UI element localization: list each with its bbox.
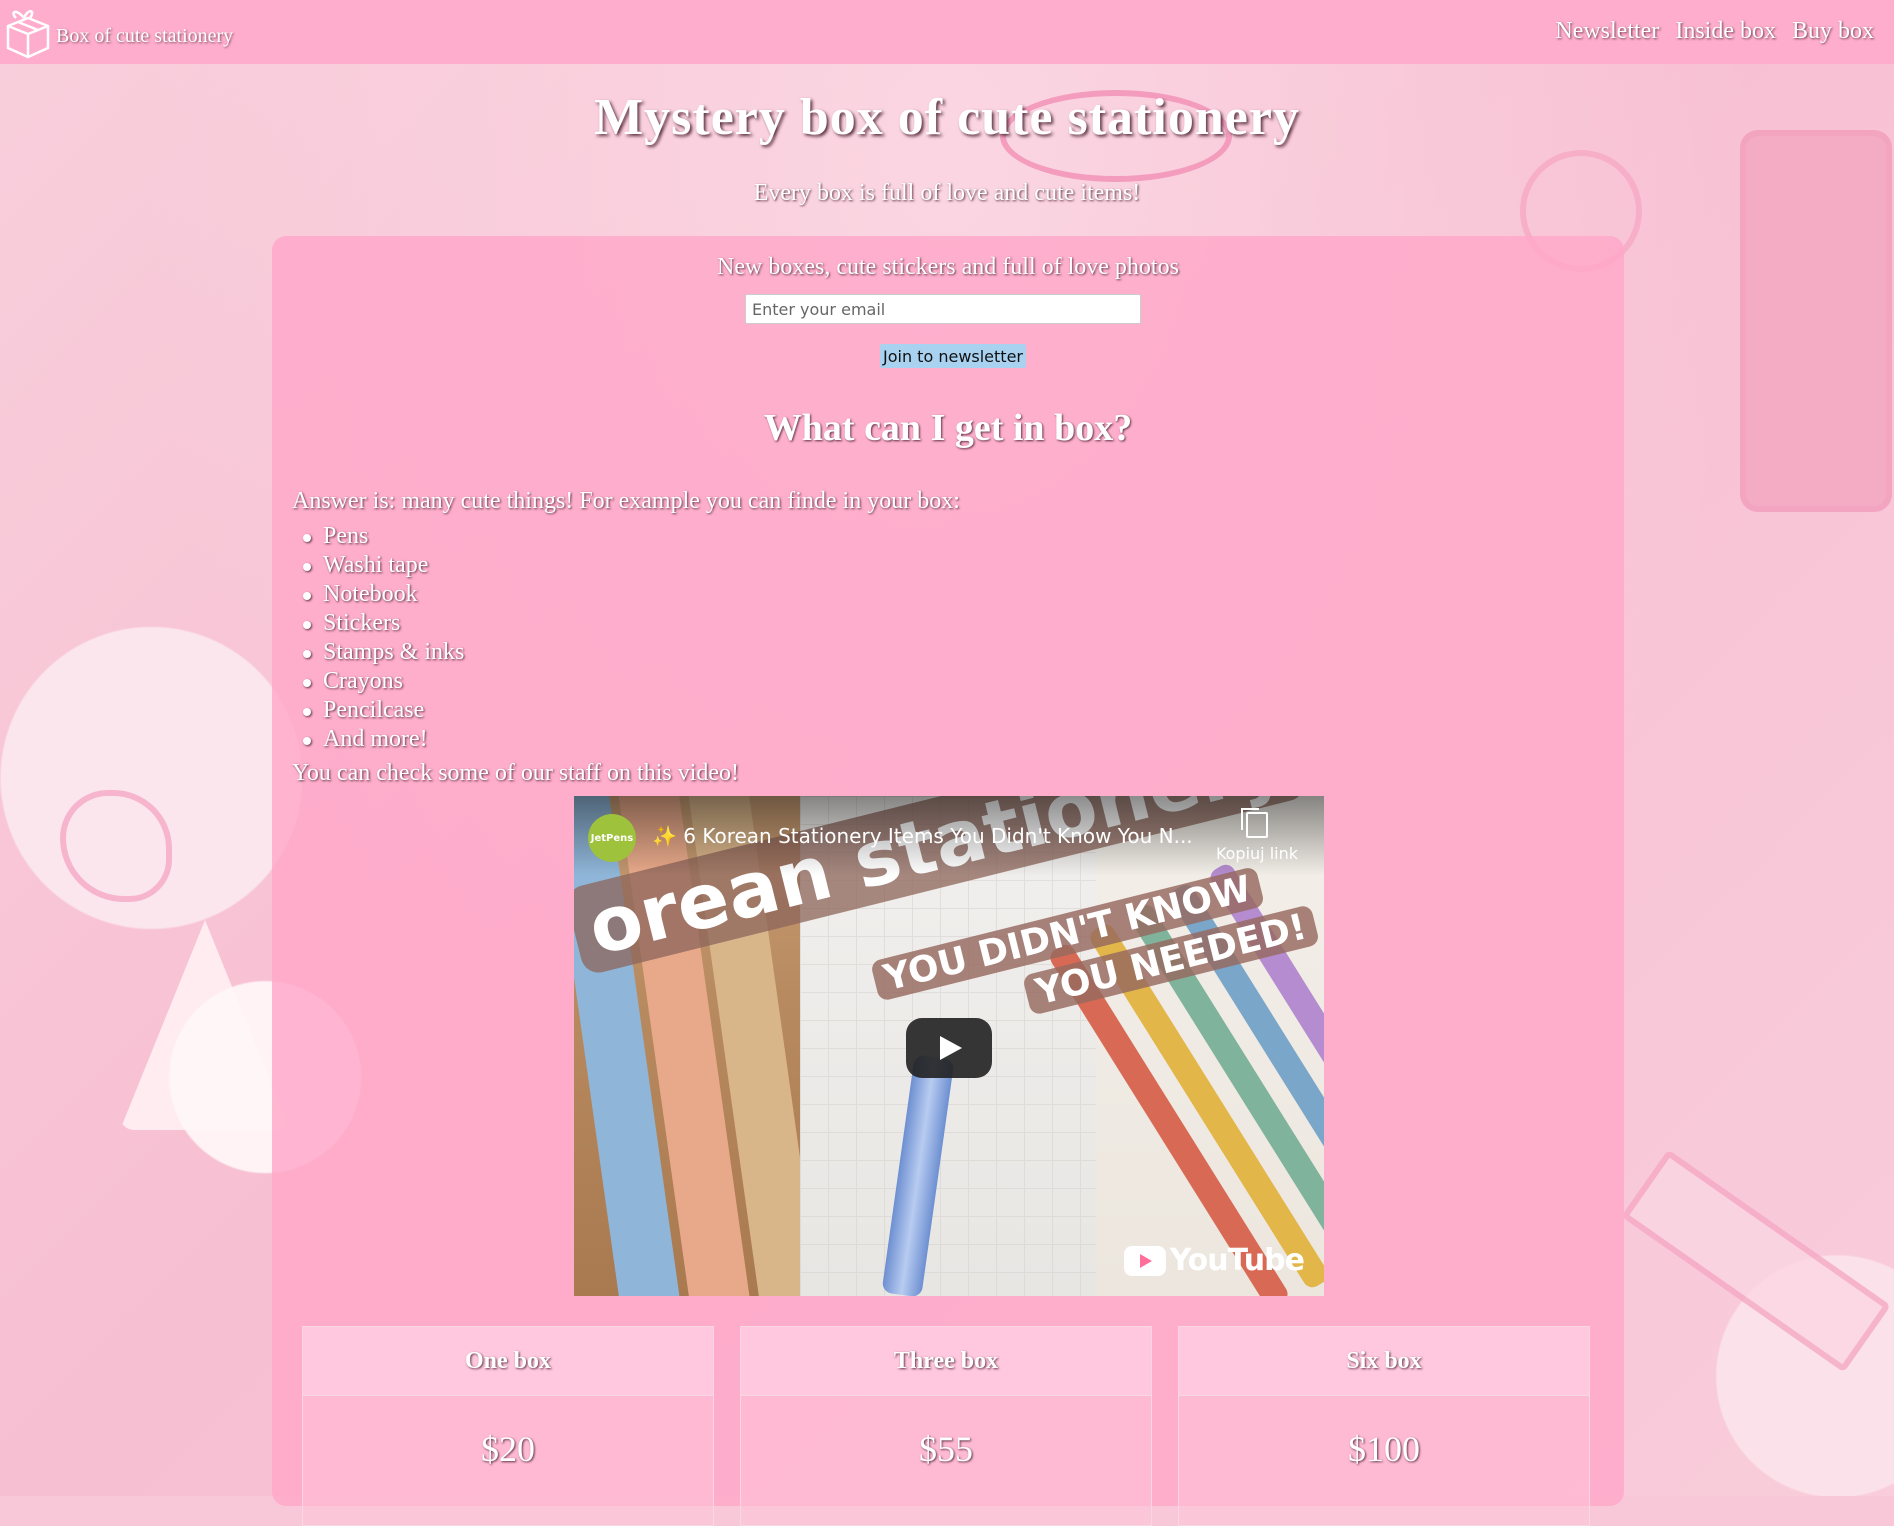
list-item: And more!: [302, 725, 464, 754]
plan-card-one-box[interactable]: One box $20: [302, 1326, 714, 1526]
plan-price: $20: [481, 1429, 535, 1469]
email-input[interactable]: [745, 294, 1141, 324]
main-nav: Newsletter Inside box Buy box: [1555, 18, 1874, 45]
plan-card-three-box[interactable]: Three box $55: [740, 1326, 1152, 1526]
youtube-wordmark: YouTube: [1169, 1243, 1305, 1278]
list-item: Washi tape: [302, 551, 464, 580]
plan-price: $55: [919, 1429, 973, 1469]
list-item: Stamps & inks: [302, 639, 465, 665]
list-item: Notebook: [302, 580, 464, 609]
list-item: Pencilcase: [302, 696, 464, 725]
channel-avatar[interactable]: JetPens: [588, 814, 636, 862]
youtube-video-embed[interactable]: orean stationery YOU DIDN'T KNOW YOU NEE…: [574, 796, 1324, 1296]
nav-inside-box-link[interactable]: Inside box: [1675, 18, 1776, 45]
video-note: You can check some of our staff on this …: [292, 760, 740, 786]
newsletter-title: New boxes, cute stickers and full of lov…: [717, 254, 1179, 280]
page-subtitle: Every box is full of love and cute items…: [753, 180, 1141, 206]
list-item: Crayons: [302, 667, 464, 696]
youtube-play-icon: [1123, 1245, 1166, 1276]
answer-text: Answer is: many cute things! For example…: [292, 488, 960, 514]
join-newsletter-button[interactable]: Join to newsletter: [880, 344, 1026, 368]
page-title: Mystery box of cute stationery: [594, 89, 1300, 146]
copy-link-label: Kopiuj link: [1215, 844, 1298, 863]
decoration-clip: [60, 790, 172, 902]
decoration-eraser: [120, 920, 290, 1130]
brand-name: Box of cute stationery: [56, 24, 234, 47]
youtube-logo[interactable]: YouTube: [1123, 1243, 1305, 1278]
copy-icon: [1240, 808, 1268, 838]
pricing-plans: One box $20 Three box $55 Six box $100: [302, 1326, 1590, 1526]
nav-newsletter-link[interactable]: Newsletter: [1555, 18, 1659, 45]
top-navbar: Box of cute stationery Newsletter Inside…: [0, 0, 1894, 64]
box-items-list: Pens Washi tape Notebook Stickers Stamps…: [292, 522, 464, 754]
main-panel: New boxes, cute stickers and full of lov…: [272, 236, 1624, 1526]
gift-box-icon: [6, 10, 50, 59]
decoration-ruler: [1621, 1149, 1891, 1373]
inside-box-heading: What can I get in box?: [763, 407, 1133, 449]
list-item: Pens: [302, 522, 464, 551]
video-title[interactable]: ✨ 6 Korean Stationery Items You Didn't K…: [652, 824, 1193, 848]
copy-link-button[interactable]: Kopiuj link: [1215, 808, 1298, 863]
play-button[interactable]: [906, 1018, 992, 1078]
plan-card-six-box[interactable]: Six box $100: [1178, 1326, 1590, 1526]
plan-name: One box: [303, 1327, 713, 1396]
list-item: Stickers: [302, 609, 464, 638]
plan-name: Three box: [741, 1327, 1151, 1396]
nav-buy-box-link[interactable]: Buy box: [1792, 18, 1874, 45]
plan-name: Six box: [1179, 1327, 1589, 1396]
plan-price: $100: [1348, 1429, 1420, 1469]
brand-logo[interactable]: Box of cute stationery: [2, 4, 233, 60]
